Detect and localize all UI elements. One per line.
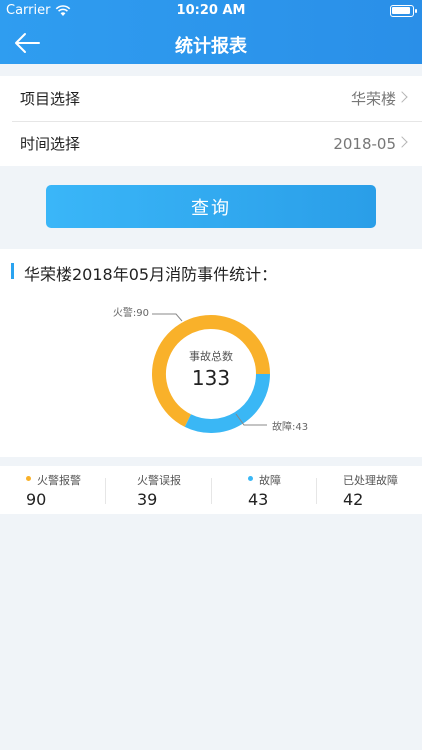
- project-select-value: 华荣楼: [350, 90, 396, 108]
- time-select-value: 2018-05: [333, 134, 396, 153]
- blue-dot-icon: [248, 476, 253, 481]
- legend-name: 火警报警: [37, 474, 81, 487]
- legend-value: 39: [137, 490, 158, 509]
- slice-label-fault: 故障:43: [272, 420, 308, 433]
- stats-legend: 火警报警 90 火警误报 39 故障 43 已处理故障 42: [0, 466, 422, 514]
- status-time: 10:20 AM: [176, 3, 246, 18]
- donut-chart: 事故总数 133 火警:90 故障:43: [113, 306, 308, 433]
- legend-item: 火警报警 90: [0, 466, 105, 514]
- page-title: 统计报表: [175, 36, 247, 57]
- legend-name: 已处理故障: [343, 474, 398, 487]
- stats-title: 华荣楼2018年05月消防事件统计：: [24, 265, 278, 284]
- orange-dot-icon: [26, 476, 31, 481]
- divider: [105, 478, 106, 504]
- title-accent-bar: [11, 263, 14, 279]
- legend-item: 故障 43: [222, 466, 327, 514]
- legend-value: 90: [26, 490, 47, 509]
- divider: [211, 478, 212, 504]
- legend-name: 故障: [259, 474, 281, 487]
- legend-value: 43: [248, 490, 269, 509]
- legend-item: 火警误报 39: [111, 466, 216, 514]
- project-select-label: 项目选择: [20, 90, 81, 108]
- chevron-right-icon: [396, 91, 408, 103]
- legend-value: 42: [343, 490, 364, 509]
- battery-icon: [390, 5, 417, 17]
- slice-label-fire: 火警:90: [113, 306, 149, 319]
- center-label: 事故总数: [189, 349, 233, 363]
- time-select-label: 时间选择: [20, 135, 81, 153]
- legend-name: 火警误报: [137, 474, 181, 487]
- app-header: Carrier 10:20 AM 统计报表: [0, 0, 422, 64]
- status-bar: Carrier 10:20 AM: [0, 0, 422, 22]
- time-select-row[interactable]: 时间选择 2018-05: [0, 121, 422, 166]
- leader-line-fire: [152, 313, 183, 322]
- legend-item: 已处理故障 42: [317, 466, 422, 514]
- chevron-right-icon: [396, 136, 408, 148]
- query-button[interactable]: 查询: [46, 185, 376, 228]
- center-value: 133: [192, 366, 230, 390]
- project-select-row[interactable]: 项目选择 华荣楼: [0, 76, 422, 121]
- filter-panel: 项目选择 华荣楼 时间选择 2018-05: [0, 76, 422, 166]
